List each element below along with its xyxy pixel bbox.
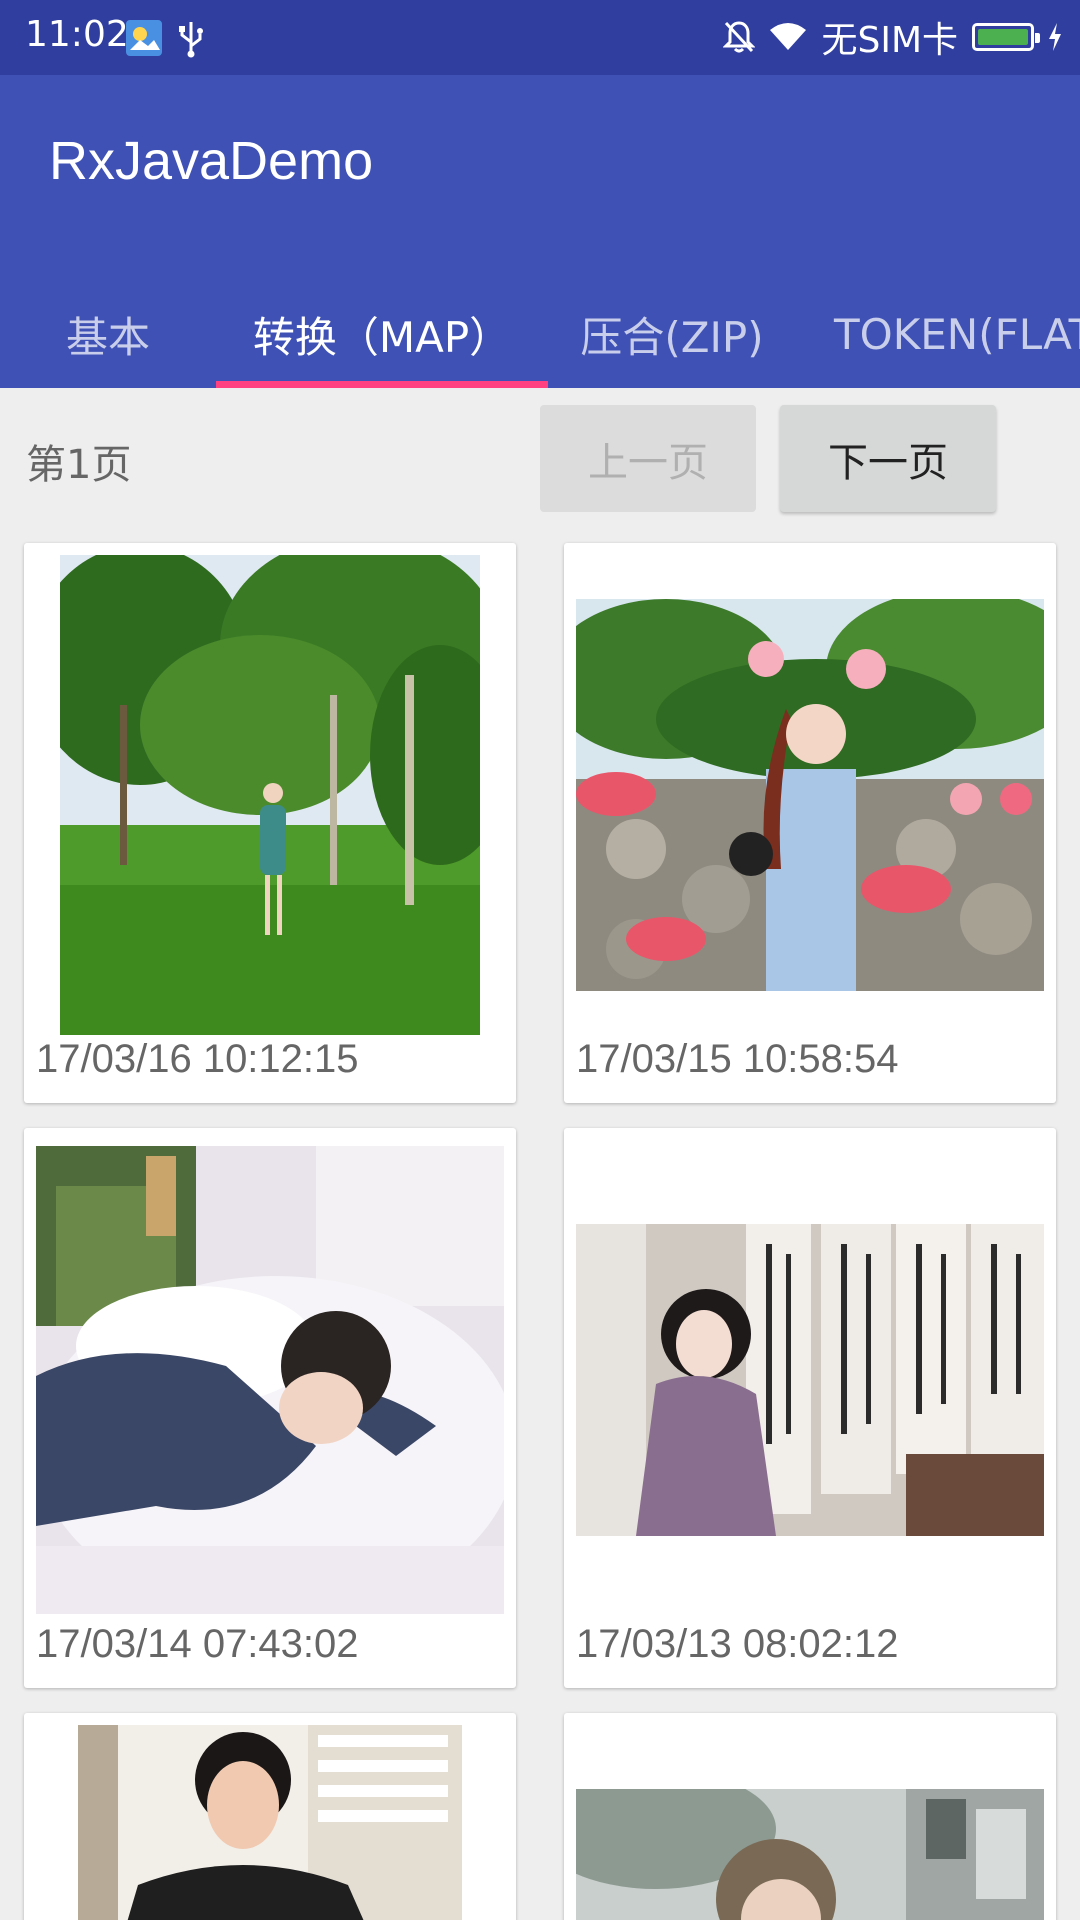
photo-card[interactable] [564,1713,1056,1920]
photo-date: 17/03/14 07:43:02 [36,1622,359,1666]
photo-date: 17/03/13 08:02:12 [576,1622,899,1666]
photo-date: 17/03/16 10:12:15 [36,1037,359,1081]
street-photo [576,1789,1044,1920]
status-bar: 11:02 无SIM卡 [0,0,1080,75]
page-label: 第1页 [26,442,132,488]
usb-icon [176,20,212,58]
photo-date: 17/03/15 10:58:54 [576,1037,899,1081]
status-icons: 无SIM卡 [723,12,1062,62]
app-bar: RxJavaDemo 基本 转换（MAP） 压合(ZIP) TOKEN(FLAT [0,75,1080,388]
wifi-icon [769,22,807,52]
portrait-photo [78,1725,462,1920]
calligraphy-photo [576,1224,1044,1536]
tab-indicator [216,381,548,388]
sleeping-photo [36,1146,504,1614]
tab-zip[interactable]: 压合(ZIP) [548,280,796,388]
park-photo [60,555,480,1035]
app-title: RxJavaDemo [49,131,374,191]
photo-card[interactable]: 17/03/15 10:58:54 [564,543,1056,1103]
battery-icon [972,23,1040,51]
photo-card[interactable]: 17/03/14 07:43:02 [24,1128,516,1688]
photo-card[interactable]: 17/03/13 08:02:12 [564,1128,1056,1688]
photo-card[interactable]: 17/03/16 10:12:15 [24,543,516,1103]
notifications-off-icon [723,20,756,54]
tab-basic[interactable]: 基本 [0,280,216,388]
photo-card[interactable] [24,1713,516,1920]
tab-map[interactable]: 转换（MAP） [216,280,548,388]
charging-icon [1048,23,1062,51]
status-time: 11:02 [25,14,129,55]
carrier-label: 无SIM卡 [821,20,958,61]
image-notification-icon [126,20,162,56]
next-page-button[interactable]: 下一页 [780,405,996,512]
stone-wall-photo [576,599,1044,991]
prev-page-button[interactable]: 上一页 [540,405,756,512]
tab-token-flatmap[interactable]: TOKEN(FLAT [796,280,1080,388]
